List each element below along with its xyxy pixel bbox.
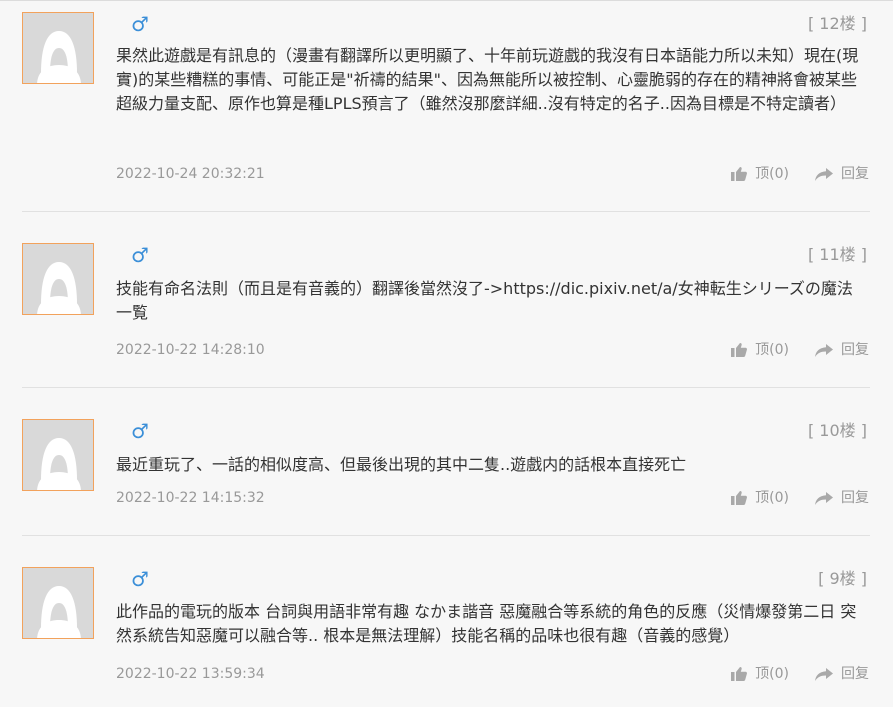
comment-actions: 顶(0) 回复 xyxy=(731,665,869,683)
comment-timestamp: 2022-10-24 20:32:21 xyxy=(116,166,265,182)
comment-timestamp: 2022-10-22 13:59:34 xyxy=(116,666,265,682)
male-gender-icon: ♂ xyxy=(131,419,149,443)
comment-timestamp: 2022-10-22 14:28:10 xyxy=(116,342,265,358)
reply-label: 回复 xyxy=(841,342,869,358)
like-button[interactable]: 顶(0) xyxy=(731,341,789,359)
comment-content: 最近重玩了、一話的相似度高、但最後出現的其中二隻..遊戲内的話根本直接死亡 xyxy=(116,455,687,474)
reply-button[interactable]: 回复 xyxy=(815,341,869,359)
avatar[interactable] xyxy=(22,243,94,315)
avatar[interactable] xyxy=(22,419,94,491)
reply-label: 回复 xyxy=(841,166,869,182)
comment-timestamp: 2022-10-22 14:15:32 xyxy=(116,490,265,506)
reply-arrow-icon xyxy=(815,667,833,681)
reply-button[interactable]: 回复 xyxy=(815,165,869,183)
reply-label: 回复 xyxy=(841,490,869,506)
comment-divider xyxy=(22,387,870,388)
avatar[interactable] xyxy=(22,12,94,84)
comment-content: 果然此遊戲是有訊息的（漫畫有翻譯所以更明顯了、十年前玩遊戲的我沒有日本語能力所以… xyxy=(116,46,859,113)
reply-arrow-icon xyxy=(815,167,833,181)
male-gender-icon: ♂ xyxy=(131,12,149,36)
comment-actions: 顶(0) 回复 xyxy=(731,341,869,359)
default-avatar-icon xyxy=(23,568,93,638)
floor-number: [ 10楼 ] xyxy=(807,421,867,440)
comment-divider xyxy=(22,535,870,536)
male-gender-icon: ♂ xyxy=(131,243,149,267)
default-avatar-icon xyxy=(23,13,93,83)
reply-arrow-icon xyxy=(815,491,833,505)
comment-actions: 顶(0) 回复 xyxy=(731,165,869,183)
comment-content: 技能有命名法則（而且是有音義的）翻譯後當然沒了->https://dic.pix… xyxy=(116,279,853,322)
comment-list: ♂ [ 12楼 ] 果然此遊戲是有訊息的（漫畫有翻譯所以更明顯了、十年前玩遊戲的… xyxy=(0,0,893,707)
default-avatar-icon xyxy=(23,244,93,314)
thumbs-up-icon xyxy=(731,491,748,505)
floor-number: [ 11楼 ] xyxy=(807,245,867,264)
thumbs-up-icon xyxy=(731,667,748,681)
reply-button[interactable]: 回复 xyxy=(815,665,869,683)
avatar[interactable] xyxy=(22,567,94,639)
like-count: 顶(0) xyxy=(755,342,789,358)
reply-label: 回复 xyxy=(841,666,869,682)
thumbs-up-icon xyxy=(731,167,748,181)
male-gender-icon: ♂ xyxy=(131,567,149,591)
comment-content: 此作品的電玩的版本 台詞與用語非常有趣 なかま諧音 惡魔融合等系統的角色的反應（… xyxy=(116,602,857,645)
comment-actions: 顶(0) 回复 xyxy=(731,489,869,507)
reply-arrow-icon xyxy=(815,343,833,357)
floor-number: [ 12楼 ] xyxy=(807,14,867,33)
like-count: 顶(0) xyxy=(755,666,789,682)
floor-number: [ 9楼 ] xyxy=(818,569,867,588)
default-avatar-icon xyxy=(23,420,93,490)
like-button[interactable]: 顶(0) xyxy=(731,489,789,507)
like-count: 顶(0) xyxy=(755,166,789,182)
like-count: 顶(0) xyxy=(755,490,789,506)
like-button[interactable]: 顶(0) xyxy=(731,165,789,183)
thumbs-up-icon xyxy=(731,343,748,357)
reply-button[interactable]: 回复 xyxy=(815,489,869,507)
comment-divider xyxy=(22,211,870,212)
like-button[interactable]: 顶(0) xyxy=(731,665,789,683)
